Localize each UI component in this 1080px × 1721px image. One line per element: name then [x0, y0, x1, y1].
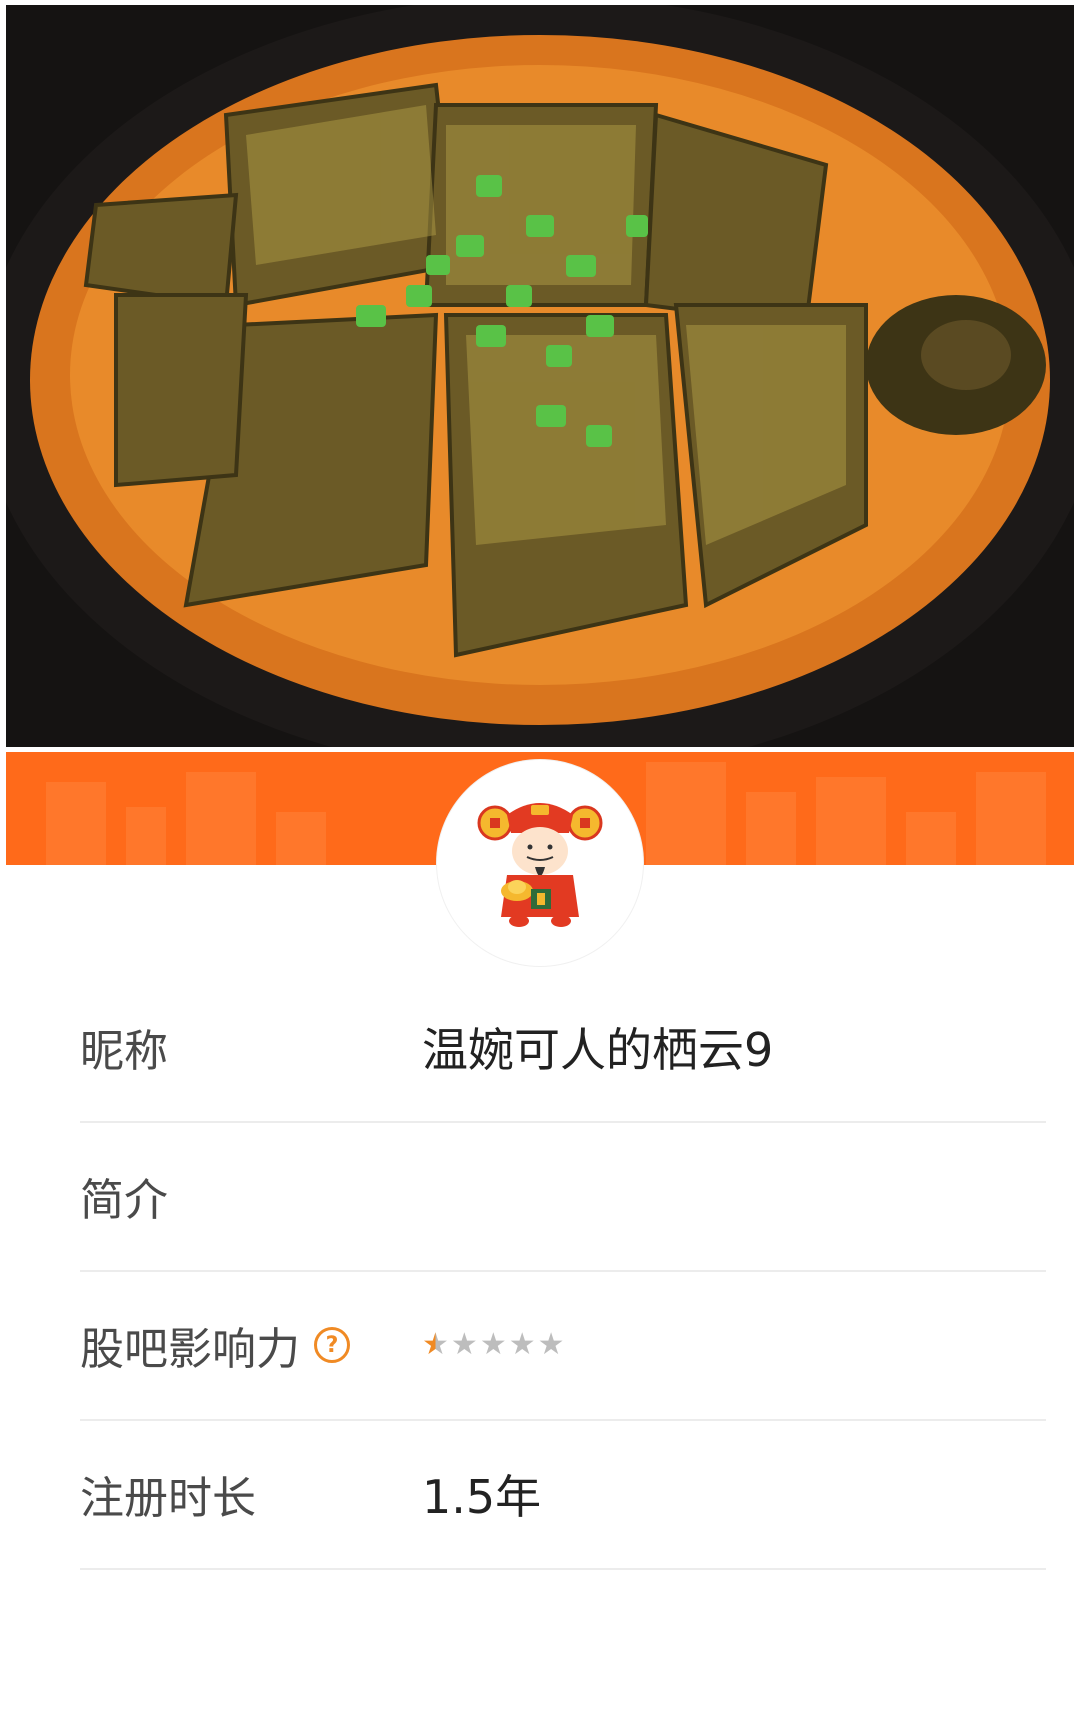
star-icon: ★: [537, 1327, 565, 1362]
star-icon: ★: [450, 1327, 478, 1362]
registration-row: 注册时长 1.5年: [80, 1420, 1046, 1570]
influence-label: 股吧影响力: [80, 1324, 300, 1375]
cover-image: [6, 5, 1074, 747]
influence-rating: ★ ★ ★ ★ ★: [422, 1330, 565, 1360]
nickname-value: 温婉可人的栖云9: [422, 1023, 774, 1077]
star-icon: ★: [508, 1327, 536, 1362]
nickname-row: 昵称 温婉可人的栖云9: [80, 973, 1046, 1123]
bio-label: 简介: [80, 1175, 168, 1226]
registration-label: 注册时长: [80, 1473, 256, 1524]
influence-label-wrap: 股吧影响力 ?: [80, 1313, 422, 1377]
question-circle-icon[interactable]: ?: [314, 1327, 350, 1363]
avatar[interactable]: [437, 760, 643, 966]
fortune-god-icon: [477, 803, 603, 927]
nickname-label: 昵称: [80, 1026, 168, 1077]
star-icon: ★: [479, 1327, 507, 1362]
star-icon: ★: [422, 1327, 449, 1362]
registration-value: 1.5年: [422, 1470, 542, 1524]
bio-row: 简介: [80, 1122, 1046, 1272]
influence-row: 股吧影响力 ? ★ ★ ★ ★ ★: [80, 1271, 1046, 1421]
